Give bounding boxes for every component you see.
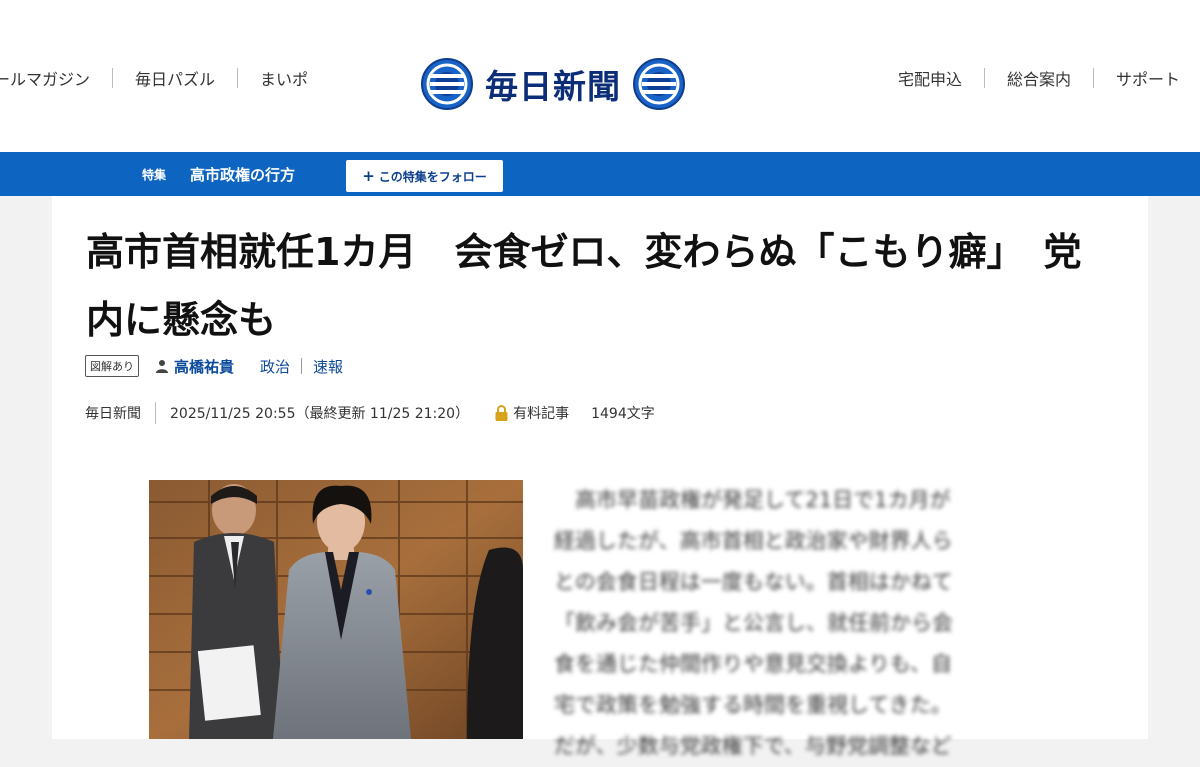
logo-text: 毎日新聞 [485,67,621,106]
char-count: 1494文字 [591,406,655,422]
logo-emblem-icon [421,58,473,110]
nav-mail-magazine[interactable]: ールマガジン [0,66,90,90]
category-divider [301,358,303,374]
nav-puzzle[interactable]: 毎日パズル [135,66,215,90]
body-line: 食を通じた仲間作りや意見交換よりも、自 [554,652,952,676]
body-line: だが、少数与党政権下で、与野党調整など [554,734,952,758]
body-line: 「飲み会が苦手」と公言し、就任前から会 [554,611,953,635]
category-breaking-link[interactable]: 速報 [313,356,343,377]
article-source: 毎日新聞 [85,406,141,422]
follow-label: この特集をフォロー [378,169,487,184]
nav-general-info[interactable]: 総合案内 [1007,66,1071,90]
nav-support[interactable]: サポート [1116,66,1180,90]
feature-tag: 特集 [142,168,167,182]
article-datetime: 2025/11/25 20:55（最終更新 11/25 21:20） [170,406,470,422]
author-link[interactable]: 高橋祐貴 [174,356,234,377]
person-icon [156,360,168,373]
article-byline: 図解あり 高橋祐貴 政治 速報 [85,355,343,377]
article-photo[interactable] [149,480,523,739]
nav-maipo[interactable]: まいポ [260,66,308,90]
follow-feature-button[interactable]: + この特集をフォロー [346,160,503,192]
logo-emblem-icon [633,58,685,110]
header-left-nav: ールマガジン 毎日パズル まいポ [0,66,308,90]
article-card: 高市首相就任1カ月 会食ゼロ、変わらぬ「こもり癖」 党内に懸念も 図解あり 高橋… [52,196,1148,758]
body-line: との会食日程は一度もない。首相はかねて [554,570,953,594]
body-line: 経過したが、高市首相と政治家や財界人ら [554,529,953,553]
diagram-badge: 図解あり [85,355,139,377]
article-headline: 高市首相就任1カ月 会食ゼロ、変わらぬ「こもり癖」 党内に懸念も [86,230,1082,342]
category-politics-link[interactable]: 政治 [260,356,290,377]
nav-divider [1093,68,1095,88]
feature-title-link[interactable]: 高市政権の行方 [190,164,295,185]
photo-illustration [149,480,523,739]
nav-delivery[interactable]: 宅配申込 [898,66,962,90]
nav-divider [237,68,239,88]
nav-divider [112,68,114,88]
body-line: 高市早苗政権が発足して21日で1カ月が [554,488,951,512]
site-header: ールマガジン 毎日パズル まいポ 毎日新聞 宅配申込 総合案内 サポート [0,0,1200,152]
feature-bar: 特集 高市政権の行方 + この特集をフォロー [0,152,1200,196]
paid-article-label: 有料記事 [513,406,570,422]
nav-divider [984,68,986,88]
lock-icon [495,405,508,421]
article-meta: 毎日新聞 2025/11/25 20:55（最終更新 11/25 21:20） … [85,402,655,424]
header-right-nav: 宅配申込 総合案内 サポート [898,66,1180,90]
meta-divider [155,402,156,424]
site-logo[interactable]: 毎日新聞 [421,58,685,110]
body-line: 宅で政策を勉強する時間を重視してきた。 [554,693,952,717]
plus-icon: + [362,167,375,185]
article-body-preview: 高市早苗政権が発足して21日で1カ月が 経過したが、高市首相と政治家や財界人ら … [554,480,1024,767]
